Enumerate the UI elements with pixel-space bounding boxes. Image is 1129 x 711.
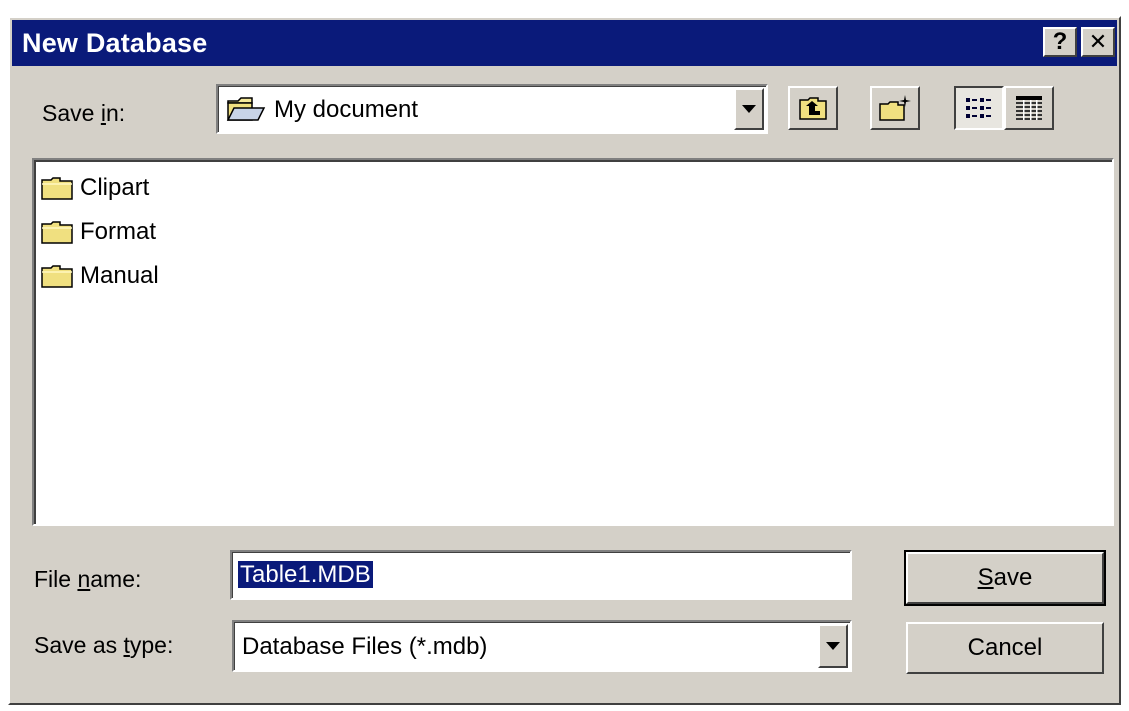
list-view-icon	[966, 98, 991, 118]
save-in-dropdown[interactable]: My document	[216, 84, 768, 134]
save-button[interactable]: Save	[904, 550, 1106, 606]
save-button-label: Save	[977, 564, 1033, 591]
save-as-type-dropdown[interactable]: Database Files (*.mdb)	[232, 620, 852, 672]
close-icon: ✕	[1088, 29, 1108, 54]
save-in-value: My document	[274, 96, 419, 123]
file-name: Format	[80, 218, 157, 245]
list-item[interactable]: Clipart	[40, 170, 149, 206]
details-view-button[interactable]	[1004, 86, 1054, 130]
help-button[interactable]: ?	[1043, 27, 1077, 57]
up-one-level-button[interactable]	[788, 86, 838, 130]
close-button[interactable]: ✕	[1081, 27, 1115, 57]
dropdown-arrow-icon	[826, 642, 840, 650]
new-database-dialog: New Database ? ✕ Save in: My document Cl…	[8, 16, 1121, 705]
file-list[interactable]: Clipart Format Manual	[32, 158, 1114, 526]
file-name-label: File name:	[34, 566, 142, 592]
dialog-title: New Database	[22, 28, 208, 58]
folder-icon	[226, 97, 266, 121]
create-new-folder-icon	[879, 95, 911, 121]
folder-icon	[41, 177, 73, 200]
title-bar[interactable]: New Database ? ✕	[12, 20, 1117, 66]
file-name-input[interactable]: Table1.MDB	[230, 550, 852, 600]
cancel-button[interactable]: Cancel	[906, 622, 1104, 674]
create-new-folder-button[interactable]	[870, 86, 920, 130]
cancel-button-label: Cancel	[967, 634, 1043, 661]
save-as-type-dropdown-button[interactable]	[818, 624, 848, 668]
folder-icon	[41, 221, 73, 244]
list-view-button[interactable]	[954, 86, 1004, 130]
dropdown-arrow-icon	[742, 105, 756, 113]
file-name: Clipart	[80, 174, 150, 201]
save-as-type-value: Database Files (*.mdb)	[242, 633, 488, 660]
folder-icon	[41, 265, 73, 288]
file-name: Manual	[80, 262, 159, 289]
up-one-level-icon	[799, 97, 827, 120]
save-as-type-label: Save as type:	[34, 632, 174, 658]
details-view-icon	[1016, 96, 1042, 120]
file-name-value: Table1.MDB	[238, 561, 373, 588]
save-in-label: Save in:	[42, 100, 126, 126]
list-item[interactable]: Manual	[40, 258, 159, 294]
save-in-dropdown-button[interactable]	[734, 88, 764, 130]
list-item[interactable]: Format	[40, 214, 156, 250]
help-icon: ?	[1052, 28, 1068, 55]
